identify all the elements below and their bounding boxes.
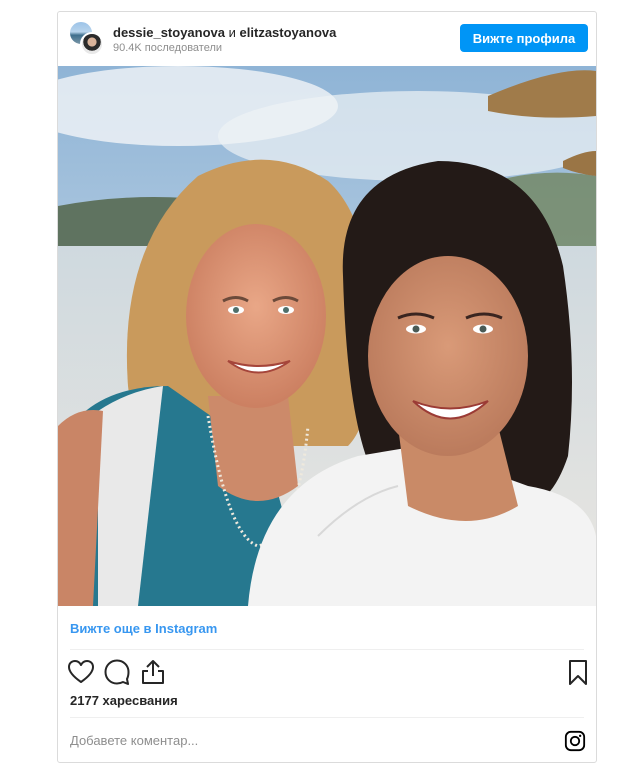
divider: [70, 649, 584, 650]
post-header: dessie_stoyanova и elitzastoyanova 90.4K…: [58, 12, 596, 66]
like-count[interactable]: 2177 харесвания: [70, 693, 178, 708]
action-bar: [58, 652, 596, 692]
author-conjunction: и: [228, 25, 236, 40]
comment-icon[interactable]: [103, 658, 131, 686]
instagram-icon[interactable]: [564, 730, 586, 752]
instagram-embed-card: dessie_stoyanova и elitzastoyanova 90.4K…: [57, 11, 597, 763]
add-comment-input[interactable]: [68, 726, 542, 754]
heart-icon[interactable]: [67, 658, 95, 686]
post-authors: dessie_stoyanova и elitzastoyanova: [113, 25, 336, 41]
author-username-2[interactable]: elitzastoyanova: [240, 25, 337, 40]
share-icon[interactable]: [139, 658, 167, 686]
bookmark-icon[interactable]: [564, 658, 592, 686]
view-profile-button[interactable]: Вижте профила: [460, 24, 588, 52]
photo-two-women-selfie-beach: [58, 66, 596, 606]
view-more-on-instagram-link[interactable]: Вижте още в Instagram: [70, 621, 217, 636]
avatar-group[interactable]: [68, 20, 104, 56]
follower-count: 90.4K последователи: [113, 42, 223, 54]
author-username-1[interactable]: dessie_stoyanova: [113, 25, 225, 40]
avatar[interactable]: [80, 32, 104, 56]
post-photo[interactable]: [58, 66, 596, 606]
comment-section: [58, 718, 596, 762]
